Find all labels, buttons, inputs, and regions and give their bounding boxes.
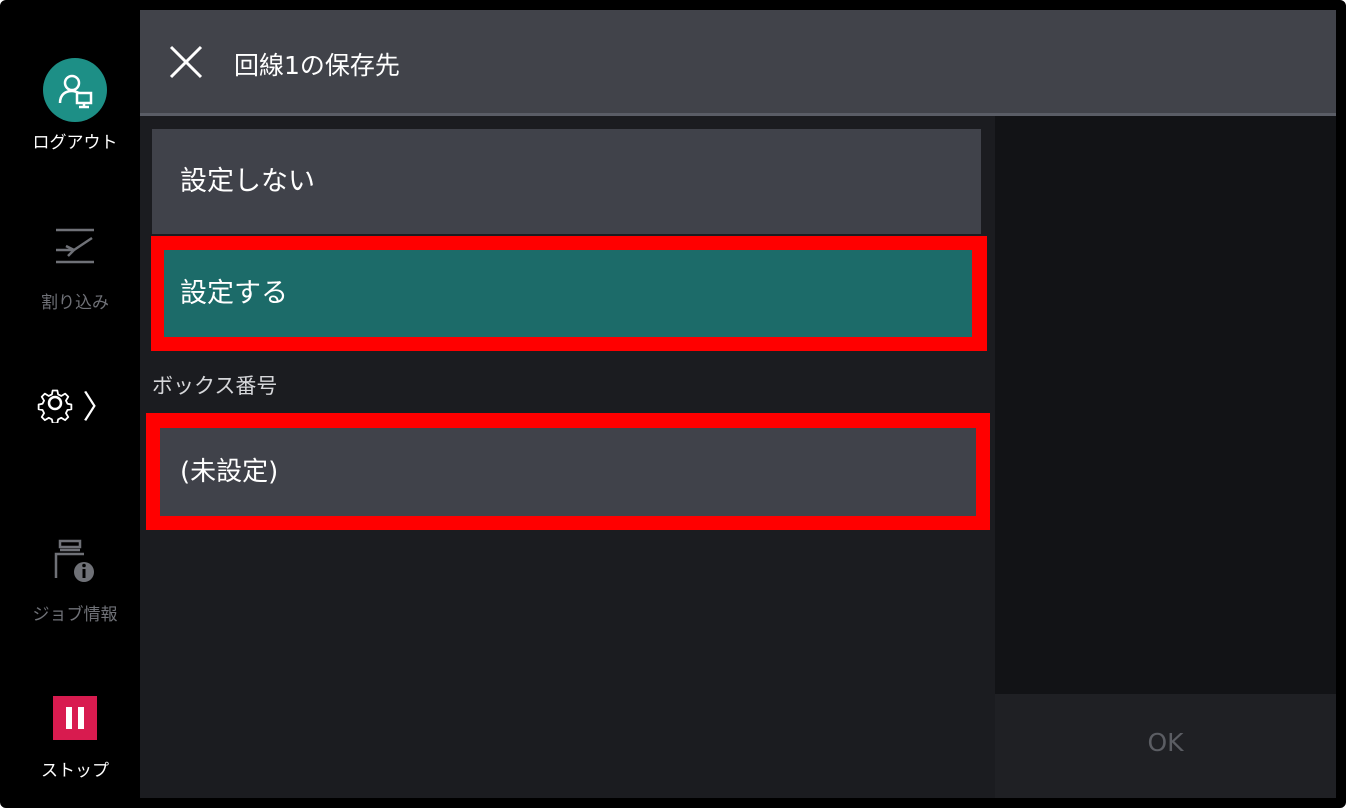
logout-button[interactable]: ログアウト xyxy=(10,58,140,153)
box-number-field[interactable]: (未設定) xyxy=(160,428,976,516)
option-not-set[interactable]: 設定しない xyxy=(152,129,981,234)
job-info-label: ジョブ情報 xyxy=(32,605,118,625)
interrupt-button[interactable]: 割り込み xyxy=(10,226,140,313)
gear-icon xyxy=(35,383,75,427)
job-info-button[interactable]: ジョブ情報 xyxy=(10,538,140,625)
device-screen: ログアウト 割り込み 〉 ジョブ情報 ストップ 回線1の保存先 設定しない 設定… xyxy=(0,0,1346,808)
interrupt-label: 割り込み xyxy=(41,293,109,313)
pause-icon xyxy=(53,696,97,740)
logout-label: ログアウト xyxy=(32,133,118,153)
job-info-icon xyxy=(10,538,140,584)
main-panel: 回線1の保存先 設定しない 設定する ボックス番号 (未設定) OK xyxy=(140,10,1336,798)
stop-button[interactable]: ストップ xyxy=(10,696,140,781)
close-icon xyxy=(169,45,203,79)
sidebar: ログアウト 割り込み 〉 ジョブ情報 ストップ xyxy=(10,10,140,798)
chevron-right-icon: 〉 xyxy=(82,388,115,426)
settings-button[interactable]: 〉 xyxy=(10,382,140,428)
page-title: 回線1の保存先 xyxy=(234,51,400,80)
ok-button[interactable]: OK xyxy=(995,694,1336,798)
box-number-label: ボックス番号 xyxy=(152,374,278,398)
option-set-selected[interactable]: 設定する xyxy=(164,250,972,337)
logout-user-icon xyxy=(43,58,107,122)
header-bar: 回線1の保存先 xyxy=(140,10,1336,116)
close-button[interactable] xyxy=(168,44,204,80)
interrupt-icon xyxy=(10,226,140,266)
stop-label: ストップ xyxy=(41,761,109,781)
right-panel xyxy=(995,116,1336,694)
ok-label: OK xyxy=(1147,728,1184,757)
